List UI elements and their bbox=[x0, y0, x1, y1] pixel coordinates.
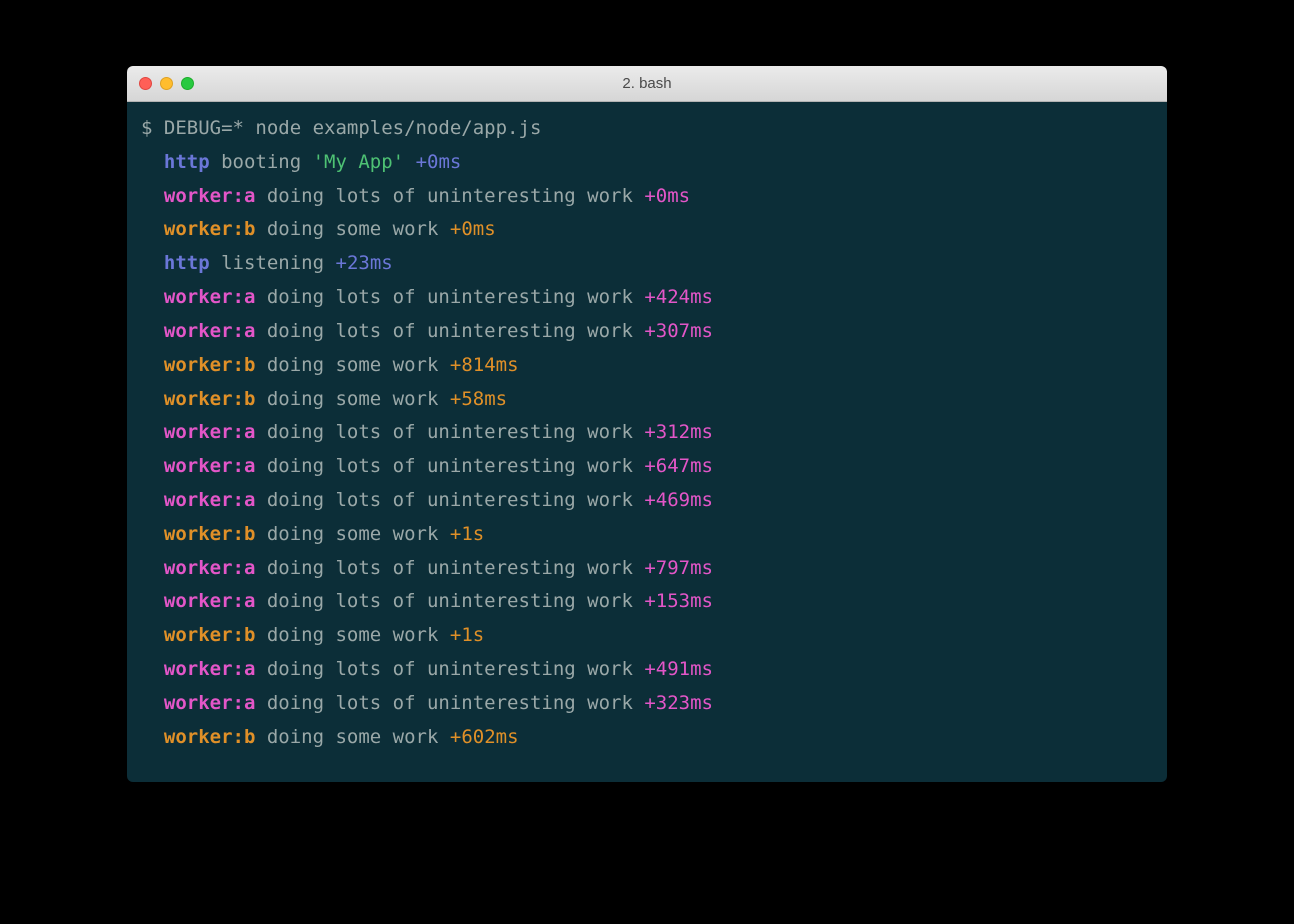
log-time: +307ms bbox=[644, 320, 713, 342]
log-time: +1s bbox=[450, 624, 484, 646]
log-output: http booting 'My App' +0ms worker:a doin… bbox=[141, 146, 1153, 755]
log-namespace: worker:a bbox=[164, 557, 256, 579]
log-namespace: worker:a bbox=[164, 421, 256, 443]
log-time: +797ms bbox=[644, 557, 713, 579]
log-line: worker:a doing lots of uninteresting wor… bbox=[141, 450, 1153, 484]
log-namespace: worker:a bbox=[164, 286, 256, 308]
log-line: worker:b doing some work +814ms bbox=[141, 349, 1153, 383]
log-message-part: doing lots of uninteresting work bbox=[267, 455, 633, 477]
log-time: +312ms bbox=[644, 421, 713, 443]
log-message-part: doing lots of uninteresting work bbox=[267, 286, 633, 308]
log-message-part: doing lots of uninteresting work bbox=[267, 320, 633, 342]
log-time: +647ms bbox=[644, 455, 713, 477]
log-line: worker:a doing lots of uninteresting wor… bbox=[141, 180, 1153, 214]
command-line: $ DEBUG=* node examples/node/app.js bbox=[141, 112, 1153, 146]
log-namespace: worker:b bbox=[164, 523, 256, 545]
log-message-part: doing lots of uninteresting work bbox=[267, 185, 633, 207]
log-message-part: doing some work bbox=[267, 523, 439, 545]
log-message-part: doing lots of uninteresting work bbox=[267, 557, 633, 579]
log-namespace: worker:a bbox=[164, 185, 256, 207]
log-message-part: doing lots of uninteresting work bbox=[267, 421, 633, 443]
log-line: http listening +23ms bbox=[141, 247, 1153, 281]
log-line: worker:a doing lots of uninteresting wor… bbox=[141, 653, 1153, 687]
close-button[interactable] bbox=[139, 77, 152, 90]
log-namespace: worker:a bbox=[164, 455, 256, 477]
log-message-part: doing some work bbox=[267, 218, 439, 240]
prompt: $ bbox=[141, 117, 164, 139]
log-time: +1s bbox=[450, 523, 484, 545]
log-message-part: doing some work bbox=[267, 726, 439, 748]
log-namespace: http bbox=[164, 252, 210, 274]
minimize-button[interactable] bbox=[160, 77, 173, 90]
window-title: 2. bash bbox=[622, 75, 671, 92]
log-line: worker:a doing lots of uninteresting wor… bbox=[141, 687, 1153, 721]
log-namespace: worker:b bbox=[164, 218, 256, 240]
log-time: +23ms bbox=[336, 252, 393, 274]
log-message-part: doing some work bbox=[267, 354, 439, 376]
terminal-window: 2. bash $ DEBUG=* node examples/node/app… bbox=[127, 66, 1167, 782]
log-line: worker:a doing lots of uninteresting wor… bbox=[141, 416, 1153, 450]
log-namespace: worker:a bbox=[164, 658, 256, 680]
log-message-part: doing some work bbox=[267, 388, 439, 410]
log-line: worker:a doing lots of uninteresting wor… bbox=[141, 315, 1153, 349]
command-text: DEBUG=* node examples/node/app.js bbox=[164, 117, 542, 139]
log-time: +153ms bbox=[644, 590, 713, 612]
log-message-part: doing lots of uninteresting work bbox=[267, 489, 633, 511]
log-message-part: booting bbox=[221, 151, 313, 173]
log-time: +424ms bbox=[644, 286, 713, 308]
log-namespace: http bbox=[164, 151, 210, 173]
log-namespace: worker:b bbox=[164, 388, 256, 410]
log-namespace: worker:a bbox=[164, 590, 256, 612]
maximize-button[interactable] bbox=[181, 77, 194, 90]
log-line: worker:b doing some work +1s bbox=[141, 619, 1153, 653]
log-message-part: 'My App' bbox=[313, 151, 405, 173]
log-time: +323ms bbox=[644, 692, 713, 714]
log-time: +469ms bbox=[644, 489, 713, 511]
traffic-lights bbox=[139, 77, 194, 90]
log-line: worker:b doing some work +0ms bbox=[141, 213, 1153, 247]
log-line: worker:a doing lots of uninteresting wor… bbox=[141, 281, 1153, 315]
log-time: +491ms bbox=[644, 658, 713, 680]
log-time: +0ms bbox=[644, 185, 690, 207]
log-namespace: worker:a bbox=[164, 692, 256, 714]
log-namespace: worker:b bbox=[164, 354, 256, 376]
log-message-part: doing lots of uninteresting work bbox=[267, 590, 633, 612]
log-time: +602ms bbox=[450, 726, 519, 748]
log-message-part: doing lots of uninteresting work bbox=[267, 658, 633, 680]
log-line: worker:a doing lots of uninteresting wor… bbox=[141, 484, 1153, 518]
window-titlebar: 2. bash bbox=[127, 66, 1167, 102]
log-line: worker:a doing lots of uninteresting wor… bbox=[141, 552, 1153, 586]
log-time: +58ms bbox=[450, 388, 507, 410]
log-time: +0ms bbox=[416, 151, 462, 173]
log-message-part: listening bbox=[221, 252, 324, 274]
log-namespace: worker:b bbox=[164, 624, 256, 646]
log-namespace: worker:a bbox=[164, 489, 256, 511]
log-line: http booting 'My App' +0ms bbox=[141, 146, 1153, 180]
log-line: worker:b doing some work +1s bbox=[141, 518, 1153, 552]
log-time: +814ms bbox=[450, 354, 519, 376]
log-line: worker:b doing some work +58ms bbox=[141, 383, 1153, 417]
log-namespace: worker:b bbox=[164, 726, 256, 748]
terminal-body[interactable]: $ DEBUG=* node examples/node/app.js http… bbox=[127, 102, 1167, 782]
log-message-part: doing lots of uninteresting work bbox=[267, 692, 633, 714]
log-time: +0ms bbox=[450, 218, 496, 240]
log-message-part: doing some work bbox=[267, 624, 439, 646]
log-line: worker:b doing some work +602ms bbox=[141, 721, 1153, 755]
log-namespace: worker:a bbox=[164, 320, 256, 342]
log-line: worker:a doing lots of uninteresting wor… bbox=[141, 585, 1153, 619]
